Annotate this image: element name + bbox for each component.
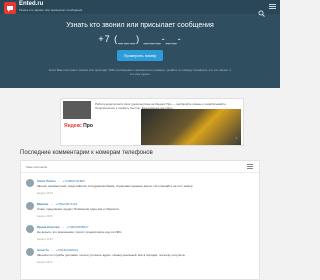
comments-count: View comments (26, 165, 48, 169)
ad-image (141, 109, 241, 145)
ad-banner[interactable]: Работа водителем в своё удовольствие на … (60, 98, 244, 146)
comment-phone-link[interactable]: +7(903)2558417 (66, 225, 88, 229)
avatar[interactable] (26, 179, 34, 187)
comments-section-title: Последние комментарии к номерам телефоно… (20, 150, 153, 156)
avatar[interactable] (26, 202, 34, 210)
comment-author[interactable]: Максим → +7(812)3071123 (37, 202, 77, 206)
ad-brand: Яндекс Про (64, 123, 93, 129)
brand-name[interactable]: Ented.ru (19, 1, 43, 7)
comment-text: Звонили из службы доставки, хотели уточн… (37, 253, 186, 257)
arrow-icon: → (50, 248, 54, 252)
comment-author[interactable]: Victor Petrov → +7(495)6741823 (37, 179, 85, 183)
comment-phone-link[interactable]: +7(916)4402291 (56, 248, 78, 252)
comment-time: вчера в 09:37 (37, 261, 53, 264)
avatar[interactable] (26, 248, 34, 256)
comment-author-name[interactable]: Максим (37, 202, 48, 206)
avatar[interactable] (26, 225, 34, 233)
comment-text: Звонил неизвестный, представился сотрудн… (37, 184, 194, 188)
arrow-icon: → (57, 179, 61, 183)
hero-section: Ented.ru Узнать кто звонил или присылает… (0, 0, 280, 88)
comment-author[interactable]: Anna Yu → +7(916)4402291 (37, 248, 78, 252)
comment-time: вчера в 12:45 (37, 215, 53, 218)
arrow-icon: → (61, 225, 65, 229)
comment-item: Anna Yu → +7(916)4402291 Звонили из службы… (26, 248, 254, 266)
ad-close-icon[interactable]: × (235, 137, 240, 142)
comment-author-name[interactable]: Victor Petrov (37, 179, 56, 183)
hero-title: Узнать кто звонил или присылает сообщени… (66, 22, 214, 29)
comment-author-name[interactable]: Ирина Козлова (37, 225, 59, 229)
brand-tagline: Узнать кто звонил или присылает сообщени… (19, 8, 83, 12)
check-number-button[interactable]: Проверить номер (117, 50, 163, 61)
top-bar: Ented.ru Узнать кто звонил или присылает… (0, 0, 280, 17)
sort-icon[interactable] (247, 164, 253, 170)
comment-author-name[interactable]: Anna Yu (37, 248, 49, 252)
arrow-icon: → (50, 202, 54, 206)
comment-phone-link[interactable]: +7(812)3071123 (55, 202, 77, 206)
comment-text: Спам, предлагают кредит. Позвонили один … (37, 207, 120, 211)
ad-thumbnail (63, 101, 91, 119)
logo-icon[interactable] (4, 2, 16, 14)
search-icon[interactable] (258, 4, 265, 17)
comment-item: Victor Petrov → +7(495)6741823 Звонил неиз… (26, 179, 254, 197)
comment-time: вчера в 15:24 (37, 192, 53, 195)
hero-disclaimer: Если Вам поступают звонки или приходят С… (49, 68, 231, 76)
comment-item: Ирина Козлова → +7(903)2558417 Не верьте, … (26, 225, 254, 243)
comments-header: View comments (21, 161, 259, 173)
comment-text: Не верьте, это мошенники, просят продикт… (37, 230, 123, 234)
comment-author[interactable]: Ирина Козлова → +7(903)2558417 (37, 225, 89, 229)
comment-phone-link[interactable]: +7(495)6741823 (63, 179, 85, 183)
ad-brand-prefix: Яндекс (64, 123, 82, 129)
menu-icon[interactable] (269, 4, 276, 10)
comment-item: Максим → +7(812)3071123 Спам, предлагают к… (26, 202, 254, 220)
comments-card: View comments Victor Petrov → +7(495)67418… (20, 160, 260, 280)
comment-time: вчера в 11:00 (37, 238, 53, 241)
ad-brand-suffix: Про (81, 123, 93, 129)
